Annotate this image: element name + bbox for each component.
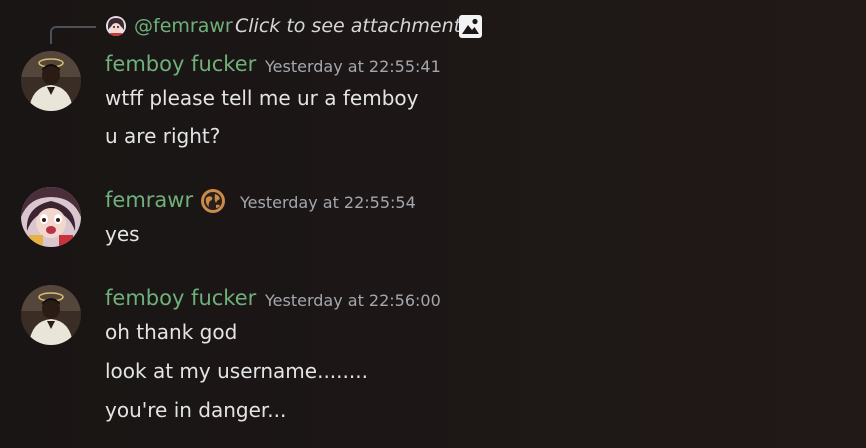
message-author[interactable]: femboy fucker [105, 52, 256, 76]
reply-avatar[interactable] [106, 16, 126, 36]
globe-icon[interactable] [200, 188, 226, 214]
reply-attachment-text[interactable]: Click to see attachment [235, 15, 461, 37]
message-author[interactable]: femrawr [105, 188, 193, 212]
message-line: yes [105, 222, 140, 246]
image-icon [458, 14, 483, 39]
message-line: wtff please tell me ur a femboy [105, 86, 419, 110]
avatar[interactable] [21, 285, 81, 345]
message-timestamp: Yesterday at 22:55:54 [240, 193, 416, 212]
message-line: you're in danger... [105, 398, 287, 422]
message-line: look at my username........ [105, 359, 368, 383]
message-line: u are right? [105, 124, 221, 148]
reply-connector [50, 26, 96, 44]
avatar[interactable] [21, 187, 81, 247]
message-line: oh thank god [105, 320, 238, 344]
reply-mention[interactable]: @femrawr [134, 15, 233, 37]
chat-messages: @femrawr Click to see attachment femboy … [0, 0, 866, 448]
message-timestamp: Yesterday at 22:55:41 [265, 57, 441, 76]
avatar[interactable] [21, 51, 81, 111]
message-author[interactable]: femboy fucker [105, 286, 256, 310]
message-timestamp: Yesterday at 22:56:00 [265, 291, 441, 310]
